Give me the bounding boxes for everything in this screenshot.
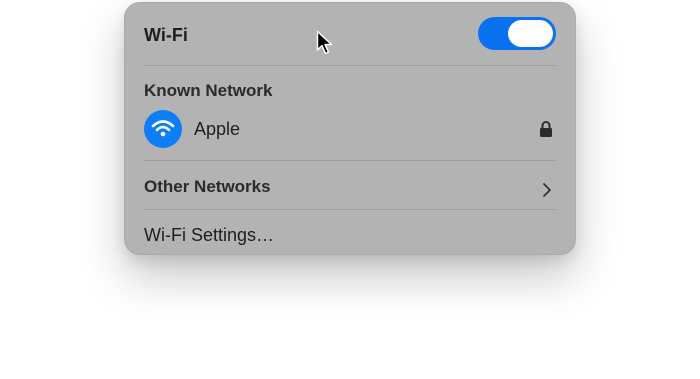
- mouse-cursor-icon: [316, 30, 334, 61]
- network-name: Apple: [194, 119, 241, 139]
- wifi-menu-panel: Wi-Fi Known Network Apple Other Networks…: [124, 2, 576, 255]
- toggle-knob: [508, 20, 553, 47]
- wifi-settings-item[interactable]: Wi-Fi Settings…: [144, 222, 556, 248]
- divider: [144, 209, 556, 210]
- wifi-toggle[interactable]: [478, 17, 556, 50]
- screen: Wi-Fi Known Network Apple Other Networks…: [0, 0, 700, 379]
- other-networks-item[interactable]: Other Networks: [144, 174, 556, 200]
- wifi-icon: [144, 110, 182, 148]
- network-item-apple[interactable]: Apple: [144, 110, 556, 150]
- divider: [144, 65, 556, 66]
- chevron-right-icon: [542, 180, 552, 206]
- wifi-settings-label: Wi-Fi Settings…: [144, 225, 275, 245]
- lock-icon: [539, 120, 553, 143]
- known-network-label: Known Network: [144, 81, 273, 100]
- other-networks-label: Other Networks: [144, 177, 271, 196]
- divider: [144, 160, 556, 161]
